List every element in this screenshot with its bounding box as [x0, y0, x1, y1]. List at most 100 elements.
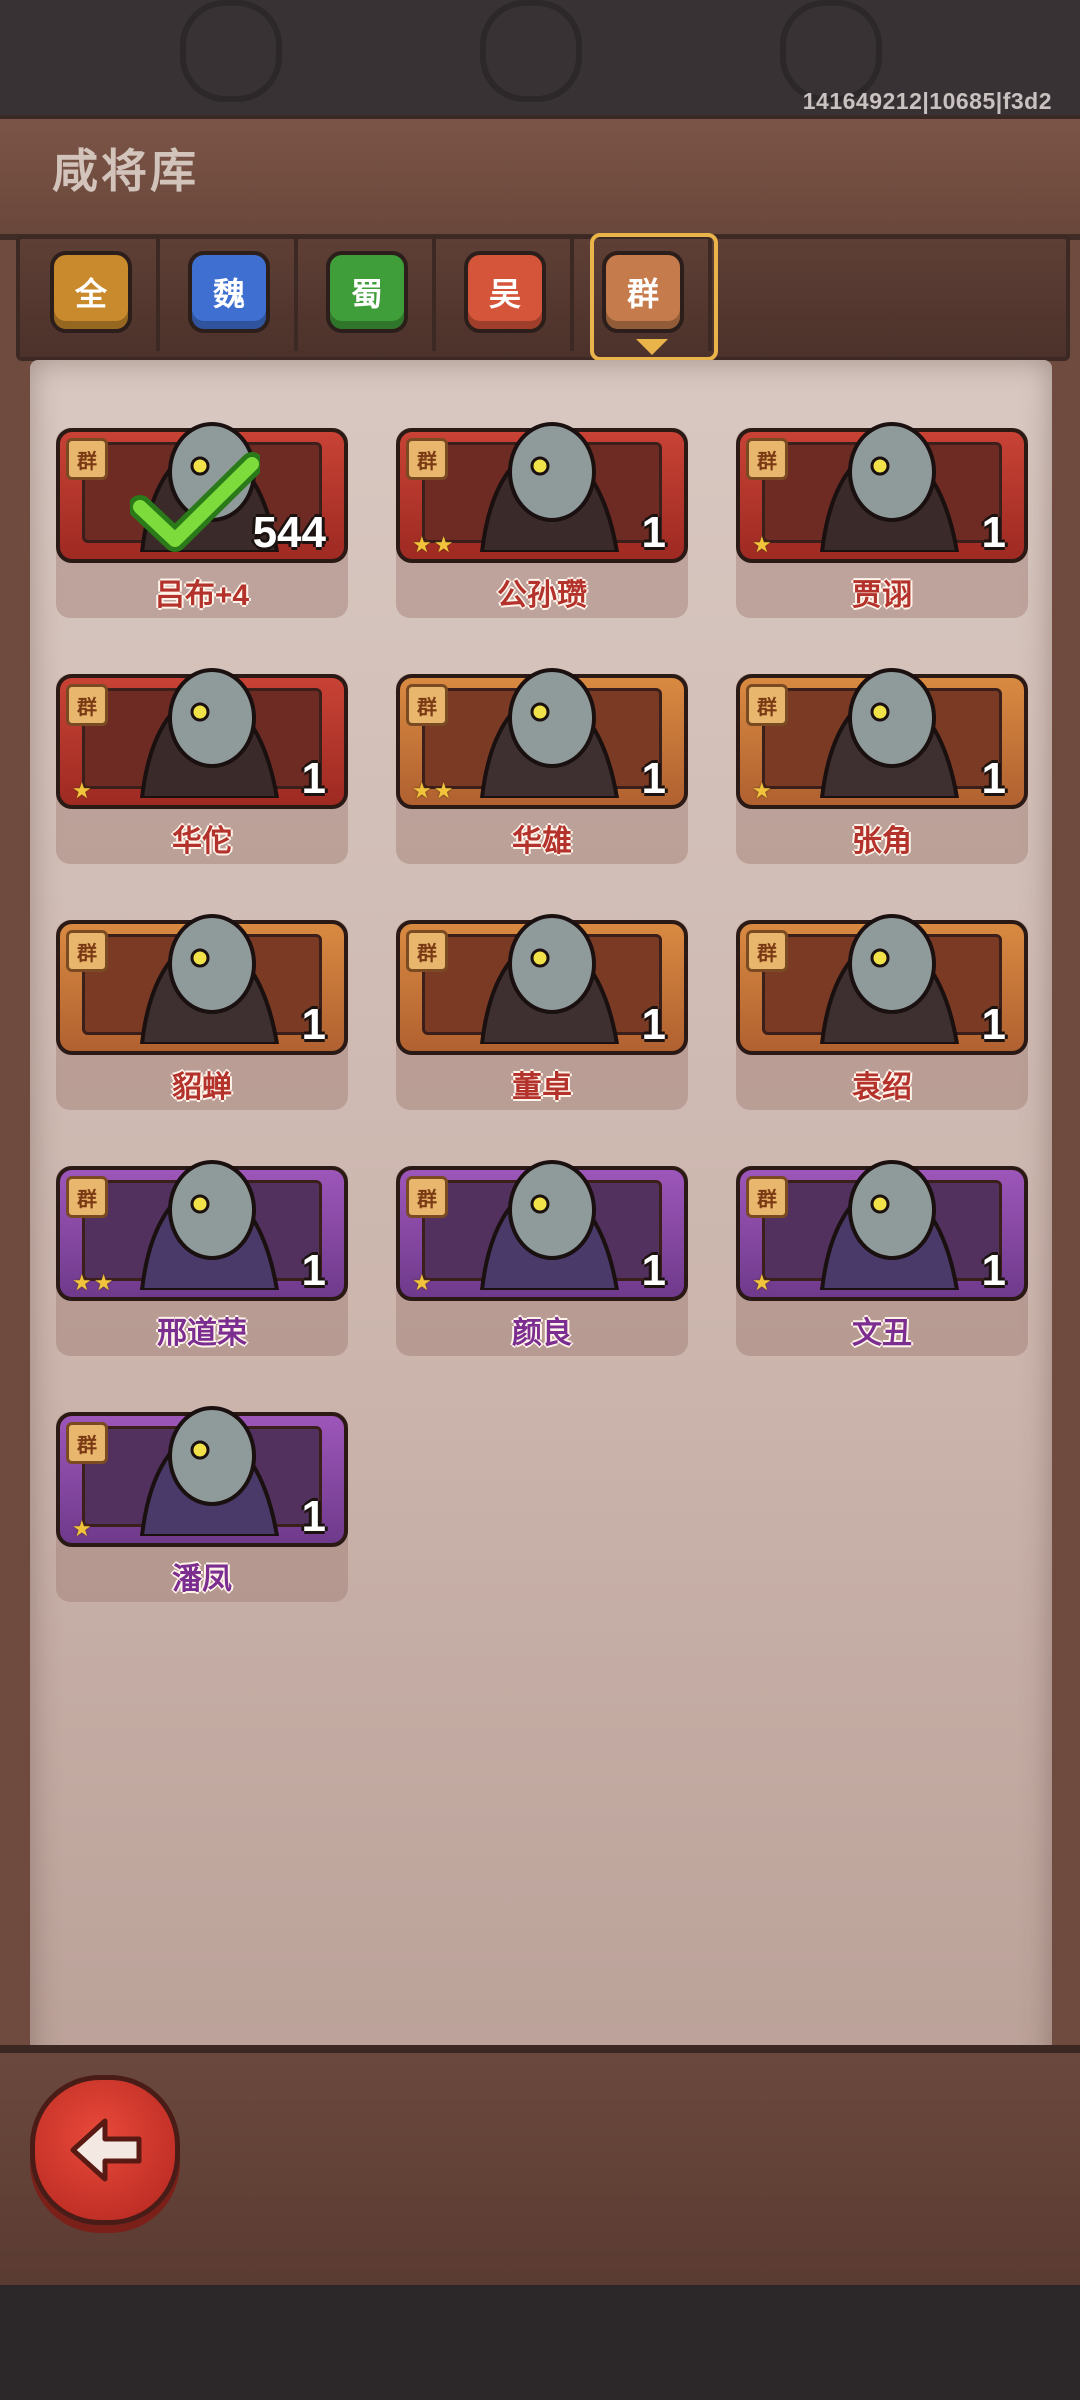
hero-name: 文丑 — [852, 1317, 912, 1350]
star-rating-icon: ★★ — [412, 778, 456, 803]
faction-badge: 群 — [406, 930, 448, 972]
faction-badge: 群 — [406, 1176, 448, 1218]
faction-badge: 群 — [746, 438, 788, 480]
hero-portrait-icon — [819, 914, 960, 1044]
hero-card-frame: 群1 — [736, 914, 1028, 1055]
hero-card-frame: 群 ★ 1 — [56, 668, 348, 809]
hero-card-frame: 群 ★★ 1 — [396, 422, 688, 563]
hero-card-frame: 群 ★ 1 — [56, 1406, 348, 1547]
hero-count: 1 — [301, 754, 326, 803]
star-rating-icon: ★ — [752, 532, 774, 557]
hero-card[interactable]: 群 ★ 1 潘凤 — [56, 1406, 348, 1602]
hero-name: 貂蝉 — [172, 1071, 232, 1104]
hero-portrait-icon — [139, 1160, 280, 1290]
hero-name: 袁绍 — [852, 1071, 912, 1104]
star-rating-icon: ★ — [72, 778, 94, 803]
checkmark-icon — [130, 452, 260, 552]
hero-name: 贾诩 — [852, 579, 912, 612]
hero-card[interactable]: 群 1 董卓 — [396, 914, 688, 1110]
hero-card[interactable]: 群 ★★ 1 邢道荣 — [56, 1160, 348, 1356]
star-rating-icon: ★★ — [412, 532, 456, 557]
star-rating-icon: ★ — [72, 1516, 94, 1541]
top-bar: 141649212|10685|f3d2 — [0, 0, 1080, 115]
faction-badge: 群 — [746, 1176, 788, 1218]
faction-badge: 群 — [66, 930, 108, 972]
decorative-ring-icon — [180, 0, 282, 102]
faction-badge: 群 — [66, 438, 108, 480]
hero-portrait-icon — [139, 1406, 280, 1536]
tab-pointer-icon — [636, 339, 668, 355]
hero-count: 1 — [301, 1000, 326, 1049]
tab-all[interactable]: 全 — [20, 239, 160, 351]
hero-name: 华雄 — [512, 825, 572, 858]
faction-badge: 群 — [406, 684, 448, 726]
hero-card[interactable]: 群 1 袁绍 — [736, 914, 1028, 1110]
hero-name: 颜良 — [512, 1317, 572, 1350]
hero-name: 华佗 — [172, 825, 232, 858]
hero-portrait-icon — [479, 914, 620, 1044]
hero-card-frame: 群 ★★ 1 — [56, 1160, 348, 1301]
back-arrow-icon — [70, 2118, 142, 2182]
hero-portrait-icon — [139, 914, 280, 1044]
hero-card[interactable]: 群 ★ 1 颜良 — [396, 1160, 688, 1356]
star-rating-icon: ★ — [412, 1270, 434, 1295]
hero-name: 张角 — [852, 825, 912, 858]
hero-card-frame: 群1 — [56, 914, 348, 1055]
hero-count: 1 — [641, 1000, 666, 1049]
hero-count: 1 — [981, 1246, 1006, 1295]
hero-count: 1 — [641, 754, 666, 803]
hero-portrait-icon — [819, 668, 960, 798]
hero-name: 潘凤 — [172, 1563, 232, 1596]
hero-count: 1 — [981, 754, 1006, 803]
page-title: 咸将库 — [52, 145, 199, 197]
hero-card-frame: 群 ★ 1 — [736, 422, 1028, 563]
faction-badge: 群 — [66, 684, 108, 726]
hero-name: 邢道荣 — [157, 1317, 247, 1350]
tab-wei-button[interactable]: 魏 — [188, 251, 270, 333]
hero-card-frame: 群 ★ 1 — [736, 1160, 1028, 1301]
faction-badge: 群 — [746, 930, 788, 972]
hero-card[interactable]: 群 ★★ 1 公孙瓒 — [396, 422, 688, 618]
hero-count: 1 — [301, 1492, 326, 1541]
hero-card[interactable]: 群 1 貂蝉 — [56, 914, 348, 1110]
hero-card[interactable]: 群 ★ 1 华佗 — [56, 668, 348, 864]
tab-shu[interactable]: 蜀 — [296, 239, 436, 351]
back-button[interactable] — [30, 2075, 180, 2225]
hero-card-frame: 群 ★ 1 — [736, 668, 1028, 809]
hero-card[interactable]: 群 ★ 1 贾诩 — [736, 422, 1028, 618]
hero-portrait-icon — [479, 668, 620, 798]
tab-wu-button[interactable]: 吴 — [464, 251, 546, 333]
hero-count: 1 — [981, 1000, 1006, 1049]
bottom-strip — [0, 2285, 1080, 2400]
hero-name: 董卓 — [512, 1071, 572, 1104]
hero-card-frame: 群 ★★ 1 — [396, 668, 688, 809]
hero-count: 1 — [301, 1246, 326, 1295]
hero-card-frame: 群 544 — [56, 422, 348, 563]
hero-card[interactable]: 群 ★ 1 张角 — [736, 668, 1028, 864]
hero-count: 1 — [641, 508, 666, 557]
hero-portrait-icon — [479, 422, 620, 552]
hero-count: 1 — [981, 508, 1006, 557]
faction-badge: 群 — [746, 684, 788, 726]
hero-name: 公孙瓒 — [497, 579, 587, 612]
build-id-text: 141649212|10685|f3d2 — [802, 88, 1052, 114]
hero-card[interactable]: 群 ★★ 1 华雄 — [396, 668, 688, 864]
tab-shu-button[interactable]: 蜀 — [326, 251, 408, 333]
hero-card-frame: 群1 — [396, 914, 688, 1055]
hero-portrait-icon — [479, 1160, 620, 1290]
tab-all-button[interactable]: 全 — [50, 251, 132, 333]
star-rating-icon: ★★ — [72, 1270, 116, 1295]
faction-badge: 群 — [66, 1176, 108, 1218]
hero-count: 1 — [641, 1246, 666, 1295]
hero-card-frame: 群 ★ 1 — [396, 1160, 688, 1301]
hero-card[interactable]: 群 ★ 1 文丑 — [736, 1160, 1028, 1356]
hero-portrait-icon — [139, 668, 280, 798]
hero-name: 吕布+4 — [154, 579, 250, 612]
hero-card[interactable]: 群 544 吕布+4 — [56, 422, 348, 618]
faction-badge: 群 — [66, 1422, 108, 1464]
tab-wei[interactable]: 魏 — [158, 239, 298, 351]
hero-count: 544 — [252, 508, 326, 557]
tab-wu[interactable]: 吴 — [434, 239, 574, 351]
header-board: 咸将库 — [0, 115, 1080, 240]
hero-portrait-icon — [819, 422, 960, 552]
